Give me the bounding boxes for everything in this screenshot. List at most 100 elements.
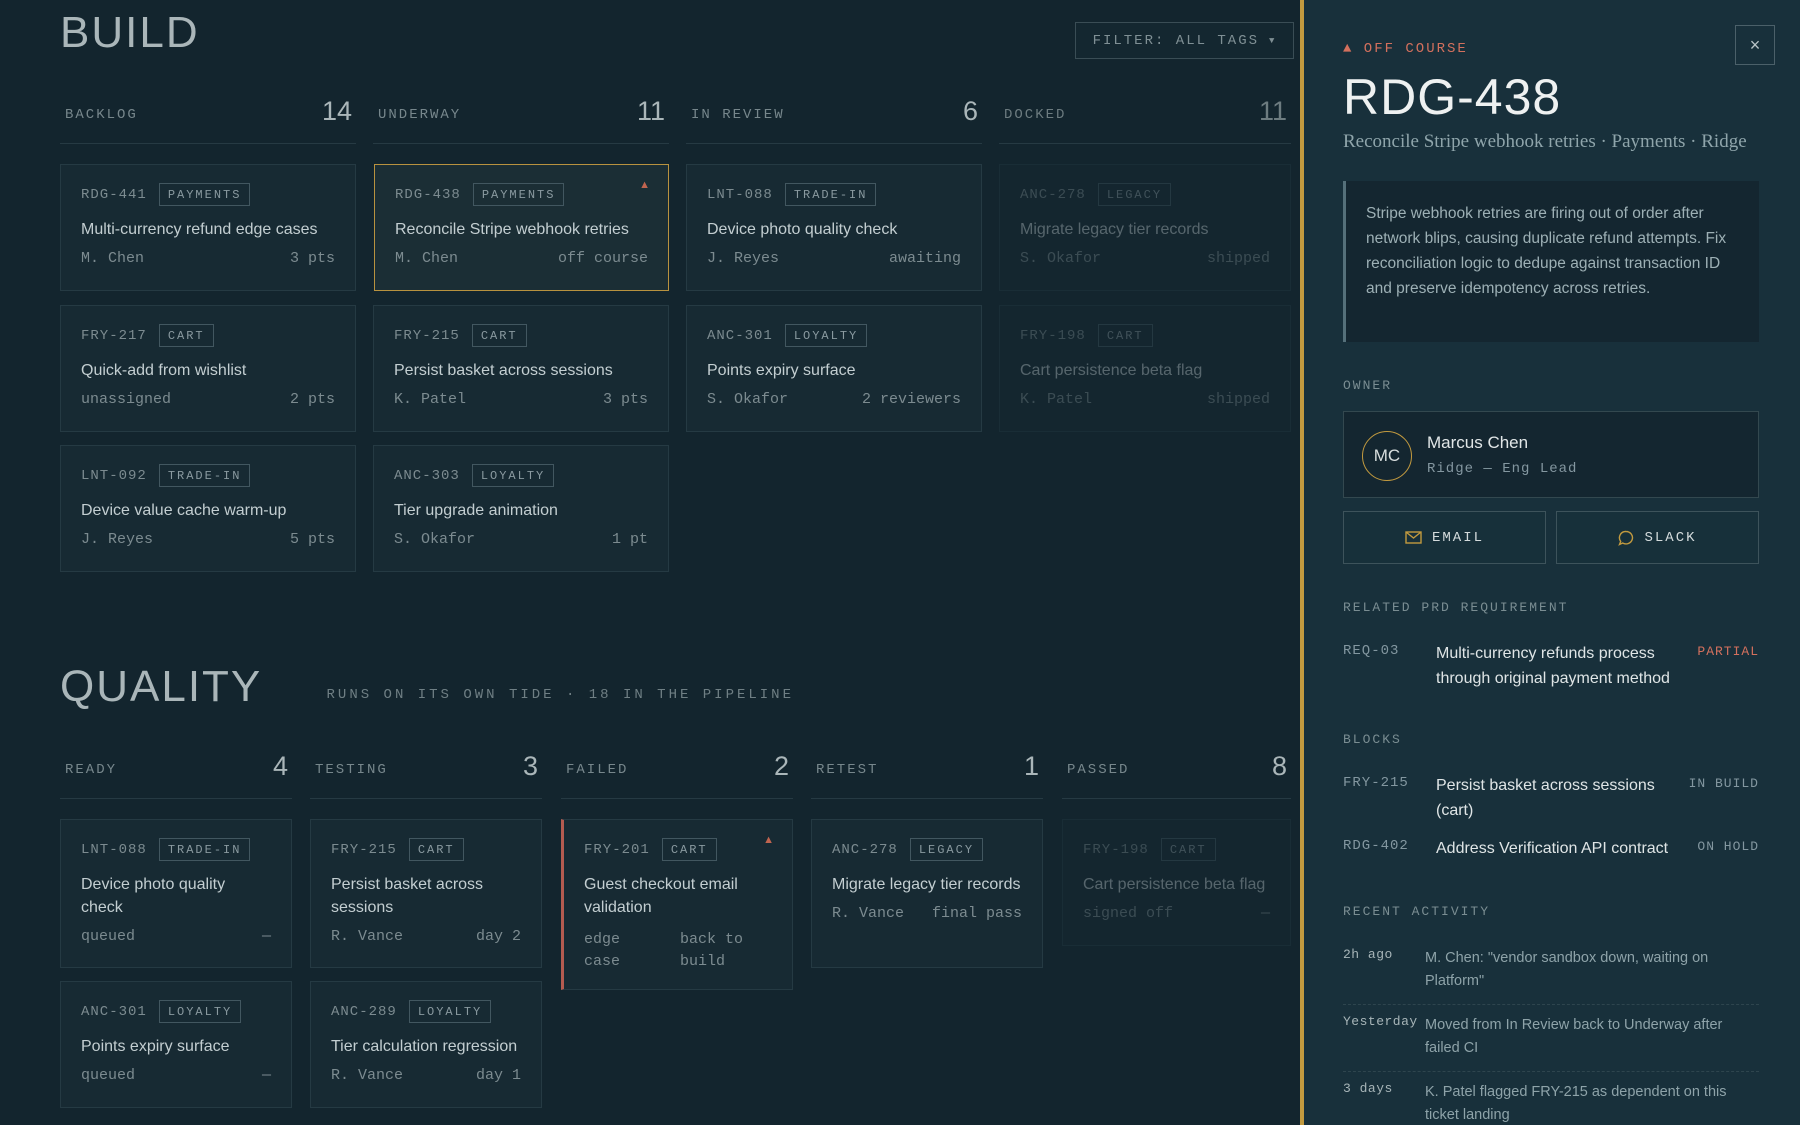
ticket-card[interactable]: ANC-289 LOYALTY Tier calculation regressi… xyxy=(310,981,542,1108)
ticket-card[interactable]: ANC-278 LEGACY Migrate legacy tier record… xyxy=(999,164,1291,291)
column-count: 14 xyxy=(321,96,352,126)
ticket-card[interactable]: ANC-303 LOYALTY Tier upgrade animation S.… xyxy=(373,445,669,572)
ticket-card[interactable]: ANC-301 LOYALTY Points expiry surface que… xyxy=(60,981,292,1108)
column-header-retest[interactable]: RETEST 1 xyxy=(811,751,1043,799)
ticket-status: final pass xyxy=(931,905,1022,922)
ticket-id: ANC-301 xyxy=(707,327,773,344)
activity-text: Moved from In Review back to Underway af… xyxy=(1425,1017,1723,1056)
ticket-owner: S. Okafor xyxy=(707,391,789,408)
ticket-card[interactable]: FRY-217 CART Quick-add from wishlist unas… xyxy=(60,305,356,432)
ticket-card-failed[interactable]: ▲ FRY-201 CART Guest checkout email valid… xyxy=(561,819,793,990)
ticket-title: Quick-add from wishlist xyxy=(81,362,247,379)
ticket-id: RDG-441 xyxy=(81,186,147,203)
email-button[interactable]: EMAIL xyxy=(1343,511,1546,564)
tag-filter-dropdown[interactable]: FILTER: ALL TAGS ▼ xyxy=(1075,22,1294,59)
column-header-failed[interactable]: FAILED 2 xyxy=(561,751,793,799)
ticket-id: ANC-303 xyxy=(394,467,460,484)
column-count: 11 xyxy=(1258,96,1287,126)
ticket-tag: TRADE-IN xyxy=(784,183,877,206)
ticket-card[interactable]: ANC-301 LOYALTY Points expiry surface S. … xyxy=(686,305,982,432)
ticket-card[interactable]: FRY-198 CART Cart persistence beta flag s… xyxy=(1062,819,1291,946)
activity-item: 3 days K. Patel flagged FRY-215 as depen… xyxy=(1343,1081,1759,1125)
ticket-title: Reconcile Stripe webhook retries xyxy=(395,221,629,238)
ticket-tag: LOYALTY xyxy=(471,464,555,487)
ticket-tag: LOYALTY xyxy=(158,1000,242,1023)
owner-name: Marcus Chen xyxy=(1427,433,1529,452)
column-header-in-review[interactable]: IN REVIEW 6 xyxy=(686,96,982,144)
ticket-card-selected[interactable]: ▲ RDG-438 PAYMENTS Reconcile Stripe webho… xyxy=(374,164,669,291)
ticket-title: Points expiry surface xyxy=(707,362,856,379)
ticket-tag: TRADE-IN xyxy=(158,838,251,861)
ticket-id: FRY-201 xyxy=(584,841,650,858)
ticket-card[interactable]: LNT-088 TRADE-IN Device photo quality che… xyxy=(60,819,292,968)
ticket-tag: CART xyxy=(1097,324,1153,347)
ticket-tag: LOYALTY xyxy=(784,324,868,347)
ticket-card[interactable]: FRY-215 CART Persist basket across sessio… xyxy=(310,819,542,968)
ticket-owner: R. Vance xyxy=(331,928,404,945)
ticket-title: Persist basket across sessions xyxy=(331,876,484,916)
activity-text: K. Patel flagged FRY-215 as dependent on… xyxy=(1425,1084,1727,1123)
ticket-id: LNT-088 xyxy=(81,841,147,858)
pipeline-note: RUNS ON ITS OWN TIDE · 18 IN THE PIPELIN… xyxy=(326,687,794,703)
recent-activity-label: RECENT ACTIVITY xyxy=(1343,904,1491,919)
column-name: IN REVIEW xyxy=(691,107,785,123)
ticket-owner: edge case xyxy=(584,931,621,970)
ticket-title: Points expiry surface xyxy=(81,1038,230,1055)
ticket-description: Stripe webhook retries are firing out of… xyxy=(1343,181,1759,342)
blocked-ticket-title: Persist basket across sessions (cart) xyxy=(1436,777,1655,819)
column-header-testing[interactable]: TESTING 3 xyxy=(310,751,542,799)
related-requirement-label: RELATED PRD REQUIREMENT xyxy=(1343,600,1569,615)
ticket-id: FRY-217 xyxy=(81,327,147,344)
ticket-title: Device value cache warm-up xyxy=(81,502,287,519)
ticket-tag: LEGACY xyxy=(909,838,984,861)
quality-section-title: QUALITY xyxy=(60,662,263,711)
ticket-owner: M. Chen xyxy=(395,250,459,267)
column-header-underway[interactable]: UNDERWAY 11 xyxy=(373,96,669,144)
ticket-owner: queued xyxy=(81,928,136,945)
warning-triangle-icon: ▲ xyxy=(763,834,774,846)
ticket-title: Migrate legacy tier records xyxy=(1020,221,1209,238)
requirement-text: Multi-currency refunds process through o… xyxy=(1436,645,1670,687)
ticket-card[interactable]: LNT-092 TRADE-IN Device value cache warm-… xyxy=(60,445,356,572)
column-header-passed[interactable]: PASSED 8 xyxy=(1062,751,1291,799)
close-panel-button[interactable]: × xyxy=(1735,25,1775,65)
blocked-ticket-status: ON HOLD xyxy=(1697,839,1759,854)
ticket-card[interactable]: FRY-198 CART Cart persistence beta flag K… xyxy=(999,305,1291,432)
ticket-card[interactable]: RDG-441 PAYMENTS Multi-currency refund ed… xyxy=(60,164,356,291)
column-name: PASSED xyxy=(1067,762,1130,778)
column-count: 1 xyxy=(1023,751,1039,781)
column-count: 4 xyxy=(272,751,288,781)
warning-triangle-icon: ▲ xyxy=(639,179,650,191)
filter-label: FILTER: ALL TAGS xyxy=(1092,32,1259,49)
ticket-card[interactable]: LNT-088 TRADE-IN Device photo quality che… xyxy=(686,164,982,291)
ticket-title: Multi-currency refund edge cases xyxy=(81,221,318,238)
ticket-status: 3 pts xyxy=(289,250,335,267)
ticket-card[interactable]: FRY-215 CART Persist basket across sessio… xyxy=(373,305,669,432)
ticket-id: FRY-215 xyxy=(331,841,397,858)
ticket-owner: R. Vance xyxy=(331,1067,404,1084)
column-count: 2 xyxy=(773,751,789,781)
ticket-status: day 2 xyxy=(475,928,521,945)
column-name: BACKLOG xyxy=(65,107,138,123)
ticket-tag: PAYMENTS xyxy=(472,183,565,206)
column-header-ready[interactable]: READY 4 xyxy=(60,751,292,799)
ticket-card[interactable]: ANC-278 LEGACY Migrate legacy tier record… xyxy=(811,819,1043,968)
ticket-tag: TRADE-IN xyxy=(158,464,251,487)
slack-button[interactable]: SLACK xyxy=(1556,511,1759,564)
ticket-tag: CART xyxy=(661,838,717,861)
column-header-docked[interactable]: DOCKED 11 xyxy=(999,96,1291,144)
column-header-backlog[interactable]: BACKLOG 14 xyxy=(60,96,356,144)
ticket-status: 2 pts xyxy=(289,391,335,408)
ticket-tag: LOYALTY xyxy=(408,1000,492,1023)
ticket-status: shipped xyxy=(1206,391,1270,408)
ticket-tag: PAYMENTS xyxy=(158,183,251,206)
ticket-id: FRY-198 xyxy=(1083,841,1149,858)
ticket-id: LNT-088 xyxy=(707,186,773,203)
column-count: 6 xyxy=(962,96,978,126)
ticket-owner: K. Patel xyxy=(1020,391,1093,408)
ticket-owner: K. Patel xyxy=(394,391,467,408)
ticket-tag: LEGACY xyxy=(1097,183,1172,206)
ticket-status: awaiting xyxy=(888,250,961,267)
column-name: UNDERWAY xyxy=(378,107,462,123)
ticket-id-heading: RDG-438 xyxy=(1343,69,1562,125)
